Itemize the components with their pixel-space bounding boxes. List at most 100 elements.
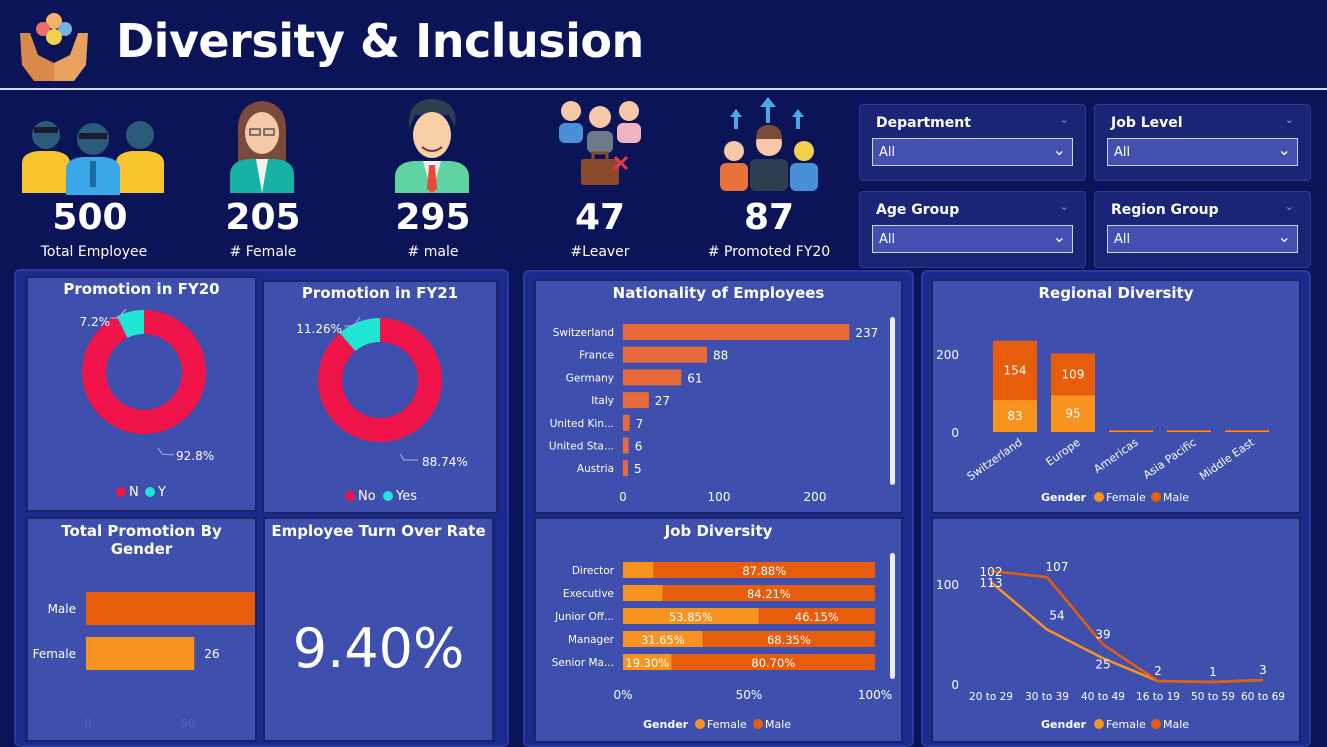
bar-data-label: 31.65% (641, 633, 685, 647)
column-data-label: 95 (1065, 407, 1080, 421)
regional-diversity-chart[interactable]: 200 0 83 154 Switzerland 95 109 Europe Americas A… (933, 281, 1299, 512)
age-group-dropdown[interactable]: All ⌄ (872, 225, 1073, 253)
bar-female-segment (623, 562, 654, 578)
age-group-slicer[interactable]: Age Group ⌄ All ⌄ (859, 191, 1086, 268)
bar-data-label: 19.30% (625, 656, 669, 670)
column-data-label: 83 (1007, 409, 1022, 423)
app-logo (16, 7, 92, 83)
line-data-label: 54 (1049, 609, 1064, 623)
kpi-value: 295 (395, 197, 471, 238)
department-dropdown[interactable]: All ⌄ (872, 138, 1073, 166)
bar-category-label: United Sta... (549, 441, 614, 453)
chevron-down-icon[interactable]: ⌄ (1278, 140, 1291, 159)
legend-label: Yes (395, 489, 417, 504)
column-male-segment (1225, 430, 1269, 431)
promotion-fy21-donut[interactable]: 88.74% 11.26% No Yes (264, 282, 496, 512)
column-female-segment (1109, 431, 1153, 432)
bar-female (86, 637, 195, 670)
team-icon (22, 121, 164, 195)
dropdown-value: All (1114, 232, 1131, 247)
x-tick-label: 50 (181, 717, 195, 730)
kpi-label: Total Employee (40, 244, 148, 260)
chevron-down-icon[interactable]: ⌄ (1053, 140, 1066, 159)
donut-data-label: 88.74% (422, 455, 468, 469)
chevron-down-icon[interactable]: ⌄ (1285, 200, 1294, 213)
job-level-slicer[interactable]: Job Level ⌄ All ⌄ (1094, 104, 1311, 181)
nationality-bar-chart[interactable]: Switzerland 237 France 88 Germany 61 Italy 27 Un… (536, 281, 901, 512)
promotion-fy20-panel[interactable]: Promotion in FY20 92.8% 7.2% N Y (26, 276, 257, 512)
bar-data-label: 46.15% (795, 610, 839, 624)
legend-marker (345, 491, 355, 501)
dropdown-value: All (879, 145, 896, 160)
x-tick-label: 0 (85, 717, 92, 730)
bar-6 (623, 460, 628, 477)
x-tick-label: Americas (1091, 436, 1141, 476)
job-diversity-panel[interactable]: Job Diversity Director 87.88% Executive 84.… (534, 517, 903, 743)
legend-label: Male (1163, 491, 1189, 504)
regional-diversity-panel[interactable]: Regional Diversity 200 0 83 154 Switzerland 9… (931, 279, 1301, 514)
bar-category-label: France (579, 350, 614, 362)
region-group-dropdown[interactable]: All ⌄ (1107, 225, 1298, 253)
promotion-by-gender-panel[interactable]: Total Promotion By Gender MaleFemale6126… (26, 517, 257, 742)
leader-line (399, 453, 418, 461)
bar-1 (623, 346, 708, 363)
bar-category-label: Director (572, 565, 615, 577)
bar-category-label: Male (48, 602, 76, 616)
y-tick-label: 0 (951, 426, 959, 440)
kpi-male: 295 # male (358, 95, 508, 265)
bar-category-label: Female (33, 647, 76, 661)
nationality-scrollbar[interactable] (890, 317, 895, 485)
column-male-segment (1109, 430, 1153, 431)
job-diversity-scrollbar[interactable] (890, 553, 895, 679)
legend-label: Y (157, 485, 166, 500)
kpi-total-employee: 500 Total Employee (15, 105, 180, 265)
bar-data-label: 68.35% (767, 633, 811, 647)
legend-title: Gender (643, 718, 689, 731)
legend-marker (695, 719, 705, 729)
chevron-down-icon[interactable]: ⌄ (1278, 227, 1291, 246)
slicer-title: Age Group (876, 202, 960, 218)
promoted-icon (720, 97, 818, 191)
promotion-fy21-panel[interactable]: Promotion in FY21 88.74% 11.26% No Yes (262, 280, 498, 514)
x-tick-label: Asia Pacific (1141, 436, 1199, 482)
line-data-label: 107 (1046, 560, 1069, 574)
age-group-line-chart[interactable]: 1000102113107543925 2 1 320 to 29 30 to 39 40… (933, 519, 1299, 741)
leaver-icon (559, 101, 641, 185)
legend-label: Male (1163, 718, 1189, 731)
nationality-panel[interactable]: Nationality of Employees Switzerland 237 F… (534, 279, 903, 514)
line-series-male (990, 569, 1264, 684)
kpi-promoted: 87 # Promoted FY20 (694, 95, 844, 265)
x-tick-label: 0% (613, 688, 632, 702)
turnover-panel: Employee Turn Over Rate 9.40% (263, 517, 494, 742)
promotion-fy20-donut[interactable]: 92.8% 7.2% N Y (28, 278, 255, 510)
job-diversity-chart[interactable]: Director 87.88% Executive 84.21% Junior Off.… (536, 519, 901, 741)
chevron-down-icon[interactable]: ⌄ (1060, 200, 1069, 213)
column-female-segment (1167, 431, 1211, 432)
kpi-leaver: 47 #Leaver (525, 95, 675, 265)
donut-data-label: 11.26% (296, 322, 342, 336)
donut-data-label: 7.2% (80, 315, 111, 329)
bar-5 (623, 437, 629, 454)
line-data-label: 1 (1209, 665, 1217, 679)
column-female-segment (1225, 431, 1269, 432)
chevron-down-icon[interactable]: ⌄ (1060, 113, 1069, 126)
bar-data-label: 61 (687, 371, 702, 385)
job-level-dropdown[interactable]: All ⌄ (1107, 138, 1298, 166)
slicer-title: Job Level (1111, 115, 1183, 131)
x-tick-label: 30 to 39 (1025, 691, 1069, 703)
promotion-by-gender-chart[interactable]: MaleFemale6126050 (28, 519, 255, 740)
header-divider (0, 88, 1327, 90)
legend-marker (1094, 492, 1104, 502)
chevron-down-icon[interactable]: ⌄ (1053, 227, 1066, 246)
column-data-label: 154 (1004, 363, 1027, 377)
legend-marker (145, 487, 155, 497)
bar-category-label: Junior Off... (554, 611, 614, 623)
turnover-rate-value: 9.40% (292, 617, 465, 680)
bar-category-label: United Kin... (550, 418, 614, 430)
region-group-slicer[interactable]: Region Group ⌄ All ⌄ (1094, 191, 1311, 268)
chevron-down-icon[interactable]: ⌄ (1285, 113, 1294, 126)
bar-4 (623, 414, 630, 431)
kpi-label: # Promoted FY20 (707, 244, 831, 260)
age-group-panel[interactable]: 100 0 102 113 107 54 39 25 2 1 3 20 to 29 30 to 39 40… (931, 517, 1301, 743)
department-slicer[interactable]: Department ⌄ All ⌄ (859, 104, 1086, 181)
